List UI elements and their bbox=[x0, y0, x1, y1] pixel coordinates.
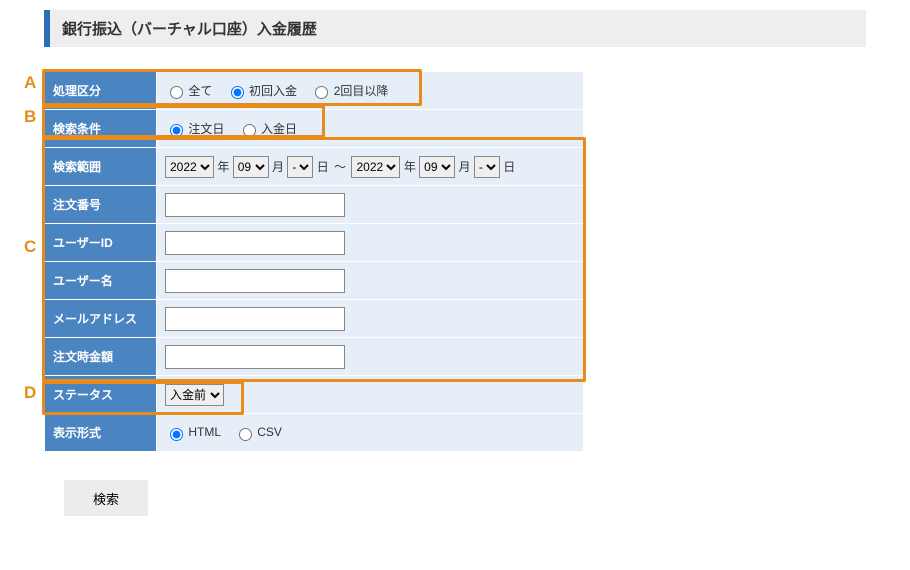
unit-year: 年 bbox=[217, 160, 229, 174]
label-email: メールアドレス bbox=[53, 312, 137, 326]
range-end-month[interactable]: 09 bbox=[419, 156, 455, 178]
annotation-letter-a: A bbox=[24, 73, 36, 93]
display-format-option-html[interactable]: HTML bbox=[165, 425, 224, 439]
user-id-input[interactable] bbox=[165, 231, 345, 255]
row-email: メールアドレス bbox=[45, 300, 584, 338]
unit-month: 月 bbox=[272, 160, 284, 174]
range-end-year[interactable]: 2022 bbox=[351, 156, 400, 178]
range-separator: ～ bbox=[334, 160, 346, 174]
annotation-letter-b: B bbox=[24, 107, 36, 127]
label-user-id: ユーザーID bbox=[53, 236, 113, 250]
page-title-text: 銀行振込（バーチャル口座）入金履歴 bbox=[62, 21, 317, 38]
search-form-table: 処理区分 全て 初回入金 2回目以降 bbox=[44, 71, 584, 452]
processing-type-option-second[interactable]: 2回目以降 bbox=[310, 84, 388, 98]
label-processing-type: 処理区分 bbox=[53, 84, 101, 98]
label-order-no: 注文番号 bbox=[53, 198, 101, 212]
range-start-day[interactable]: - bbox=[287, 156, 313, 178]
row-display-format: 表示形式 HTML CSV bbox=[45, 414, 584, 452]
label-display-format: 表示形式 bbox=[53, 426, 101, 440]
unit-day: 日 bbox=[317, 160, 329, 174]
row-user-id: ユーザーID bbox=[45, 224, 584, 262]
annotation-letter-d: D bbox=[24, 383, 36, 403]
label-search-range: 検索範囲 bbox=[53, 160, 101, 174]
unit-day: 日 bbox=[503, 160, 515, 174]
order-amount-input[interactable] bbox=[165, 345, 345, 369]
row-status: ステータス 入金前 bbox=[45, 376, 584, 414]
label-status: ステータス bbox=[53, 388, 113, 402]
range-start-year[interactable]: 2022 bbox=[165, 156, 214, 178]
row-search-range: 検索範囲 2022 年 09 月 - 日 ～ 2022 年 09 月 - 日 bbox=[45, 148, 584, 186]
label-order-amount: 注文時金額 bbox=[53, 350, 113, 364]
row-processing-type: 処理区分 全て 初回入金 2回目以降 bbox=[45, 72, 584, 110]
search-condition-option-payment-date[interactable]: 入金日 bbox=[238, 122, 297, 136]
processing-type-option-all[interactable]: 全て bbox=[165, 84, 216, 98]
annotation-letter-c: C bbox=[24, 237, 36, 257]
page-title: 銀行振込（バーチャル口座）入金履歴 bbox=[44, 10, 866, 47]
row-order-amount: 注文時金額 bbox=[45, 338, 584, 376]
range-start-month[interactable]: 09 bbox=[233, 156, 269, 178]
order-no-input[interactable] bbox=[165, 193, 345, 217]
range-end-day[interactable]: - bbox=[474, 156, 500, 178]
unit-month: 月 bbox=[459, 160, 471, 174]
row-order-no: 注文番号 bbox=[45, 186, 584, 224]
status-select[interactable]: 入金前 bbox=[165, 384, 224, 406]
label-user-name: ユーザー名 bbox=[53, 274, 113, 288]
processing-type-option-first[interactable]: 初回入金 bbox=[226, 84, 301, 98]
search-condition-option-order-date[interactable]: 注文日 bbox=[165, 122, 228, 136]
unit-year: 年 bbox=[404, 160, 416, 174]
user-name-input[interactable] bbox=[165, 269, 345, 293]
search-button[interactable]: 検索 bbox=[64, 480, 148, 516]
row-user-name: ユーザー名 bbox=[45, 262, 584, 300]
label-search-condition: 検索条件 bbox=[53, 122, 101, 136]
email-input[interactable] bbox=[165, 307, 345, 331]
row-search-condition: 検索条件 注文日 入金日 bbox=[45, 110, 584, 148]
display-format-option-csv[interactable]: CSV bbox=[234, 425, 282, 439]
